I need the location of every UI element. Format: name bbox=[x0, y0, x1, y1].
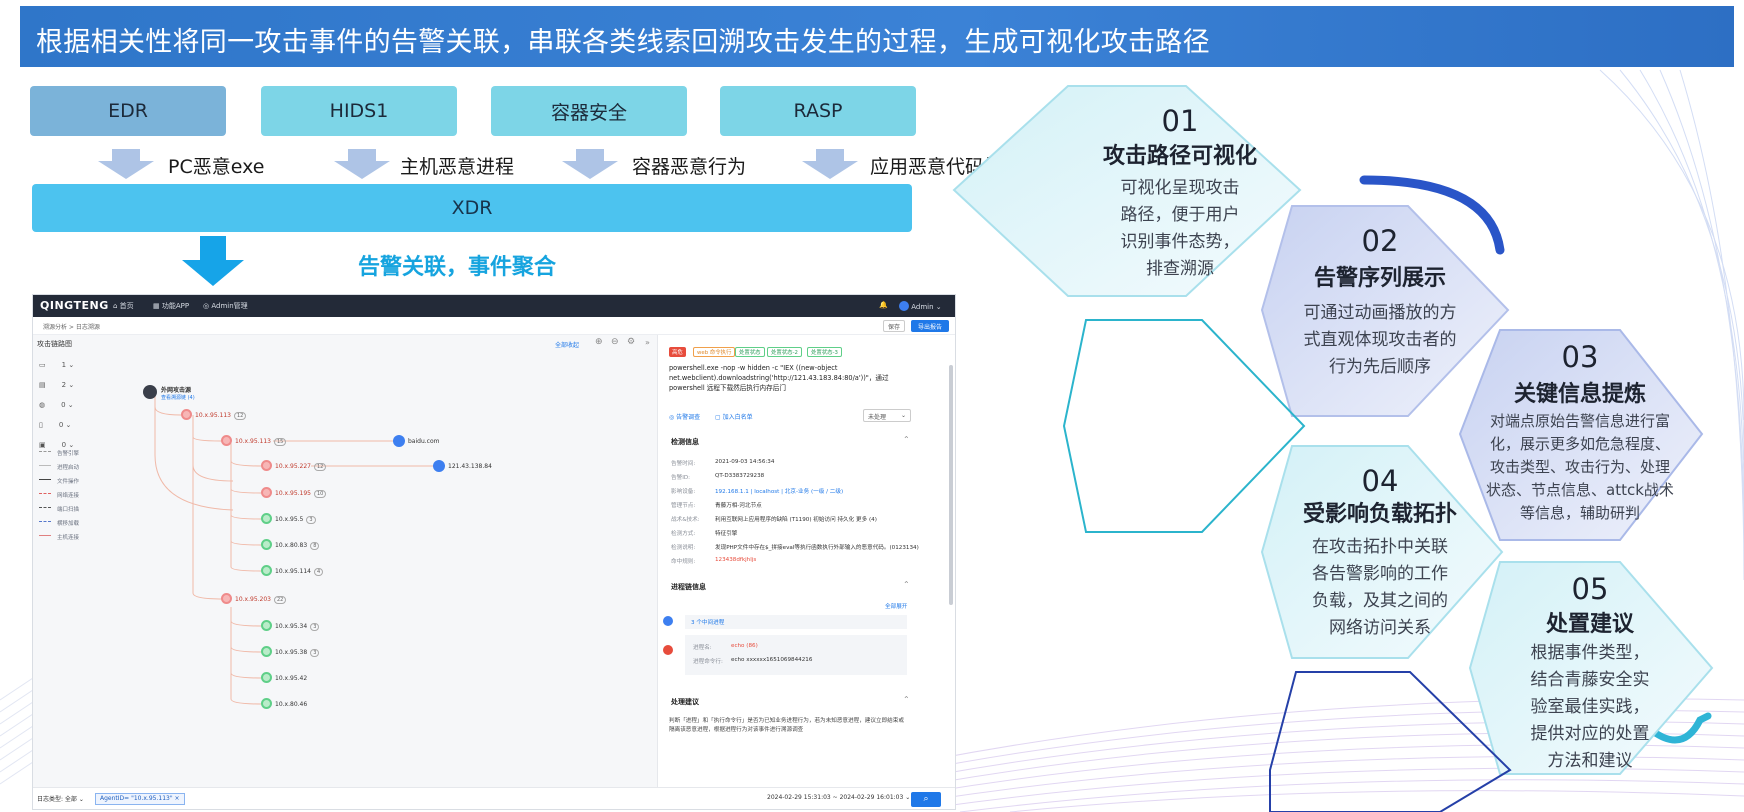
feature-number: 02 bbox=[1361, 224, 1399, 258]
feature-desc: 可视化呈现攻击 路径，便于用户 识别事件态势， 排查溯源 bbox=[1070, 175, 1290, 283]
desc-line: 化，展示更多如危急程度、 bbox=[1489, 435, 1670, 453]
desc-line: 等信息，辅助研判 bbox=[1519, 504, 1640, 522]
feature-title: 处置建议 bbox=[1545, 612, 1634, 637]
feature-title: 攻击路径可视化 bbox=[1102, 144, 1257, 169]
desc-line: 网络访问关系 bbox=[1329, 618, 1431, 638]
desc-line: 提供对应的处置 bbox=[1530, 724, 1650, 744]
desc-line: 方法和建议 bbox=[1547, 751, 1633, 771]
desc-line: 状态、节点信息、attck战术 bbox=[1486, 481, 1674, 499]
desc-line: 各告警影响的工作 bbox=[1312, 564, 1448, 584]
feature-desc: 对端点原始告警信息进行富 化，展示更多如危急程度、 攻击类型、攻击行为、处理 状… bbox=[1452, 410, 1708, 525]
desc-line: 攻击类型、攻击行为、处理 bbox=[1489, 458, 1670, 476]
feature-title: 关键信息提炼 bbox=[1513, 382, 1646, 407]
desc-line: 负载，及其之间的 bbox=[1312, 591, 1448, 611]
feature-number: 01 bbox=[1161, 104, 1199, 138]
desc-line: 可视化呈现攻击 bbox=[1120, 178, 1240, 198]
desc-line: 对端点原始告警信息进行富 bbox=[1489, 412, 1670, 430]
desc-line: 行为先后顺序 bbox=[1329, 357, 1431, 377]
desc-line: 在攻击拓扑中关联 bbox=[1312, 537, 1448, 557]
hexagon-outline bbox=[1062, 319, 1306, 533]
feature-number: 04 bbox=[1361, 464, 1399, 498]
feature-title: 告警序列展示 bbox=[1313, 266, 1446, 291]
desc-line: 识别事件态势， bbox=[1120, 232, 1240, 252]
desc-line: 式直观体现攻击者的 bbox=[1303, 330, 1457, 350]
feature-number: 03 bbox=[1561, 340, 1599, 374]
desc-line: 路径，便于用户 bbox=[1120, 205, 1240, 225]
desc-line: 结合青藤安全实 bbox=[1530, 670, 1650, 690]
desc-line: 可通过动画播放的方 bbox=[1303, 303, 1457, 323]
feature-number: 05 bbox=[1571, 572, 1609, 606]
feature-desc: 在攻击拓扑中关联 各告警影响的工作 负载，及其之间的 网络访问关系 bbox=[1270, 534, 1490, 642]
feature-title: 受影响负载拓扑 bbox=[1302, 502, 1457, 527]
feature-desc: 根据事件类型， 结合青藤安全实 验室最佳实践， 提供对应的处置 方法和建议 bbox=[1480, 640, 1700, 775]
desc-line: 根据事件类型， bbox=[1530, 643, 1650, 663]
feature-desc: 可通过动画播放的方 式直观体现攻击者的 行为先后顺序 bbox=[1270, 300, 1490, 381]
hexagon-outline bbox=[1269, 671, 1512, 812]
desc-line: 验室最佳实践， bbox=[1530, 697, 1650, 717]
desc-line: 排查溯源 bbox=[1146, 259, 1214, 279]
